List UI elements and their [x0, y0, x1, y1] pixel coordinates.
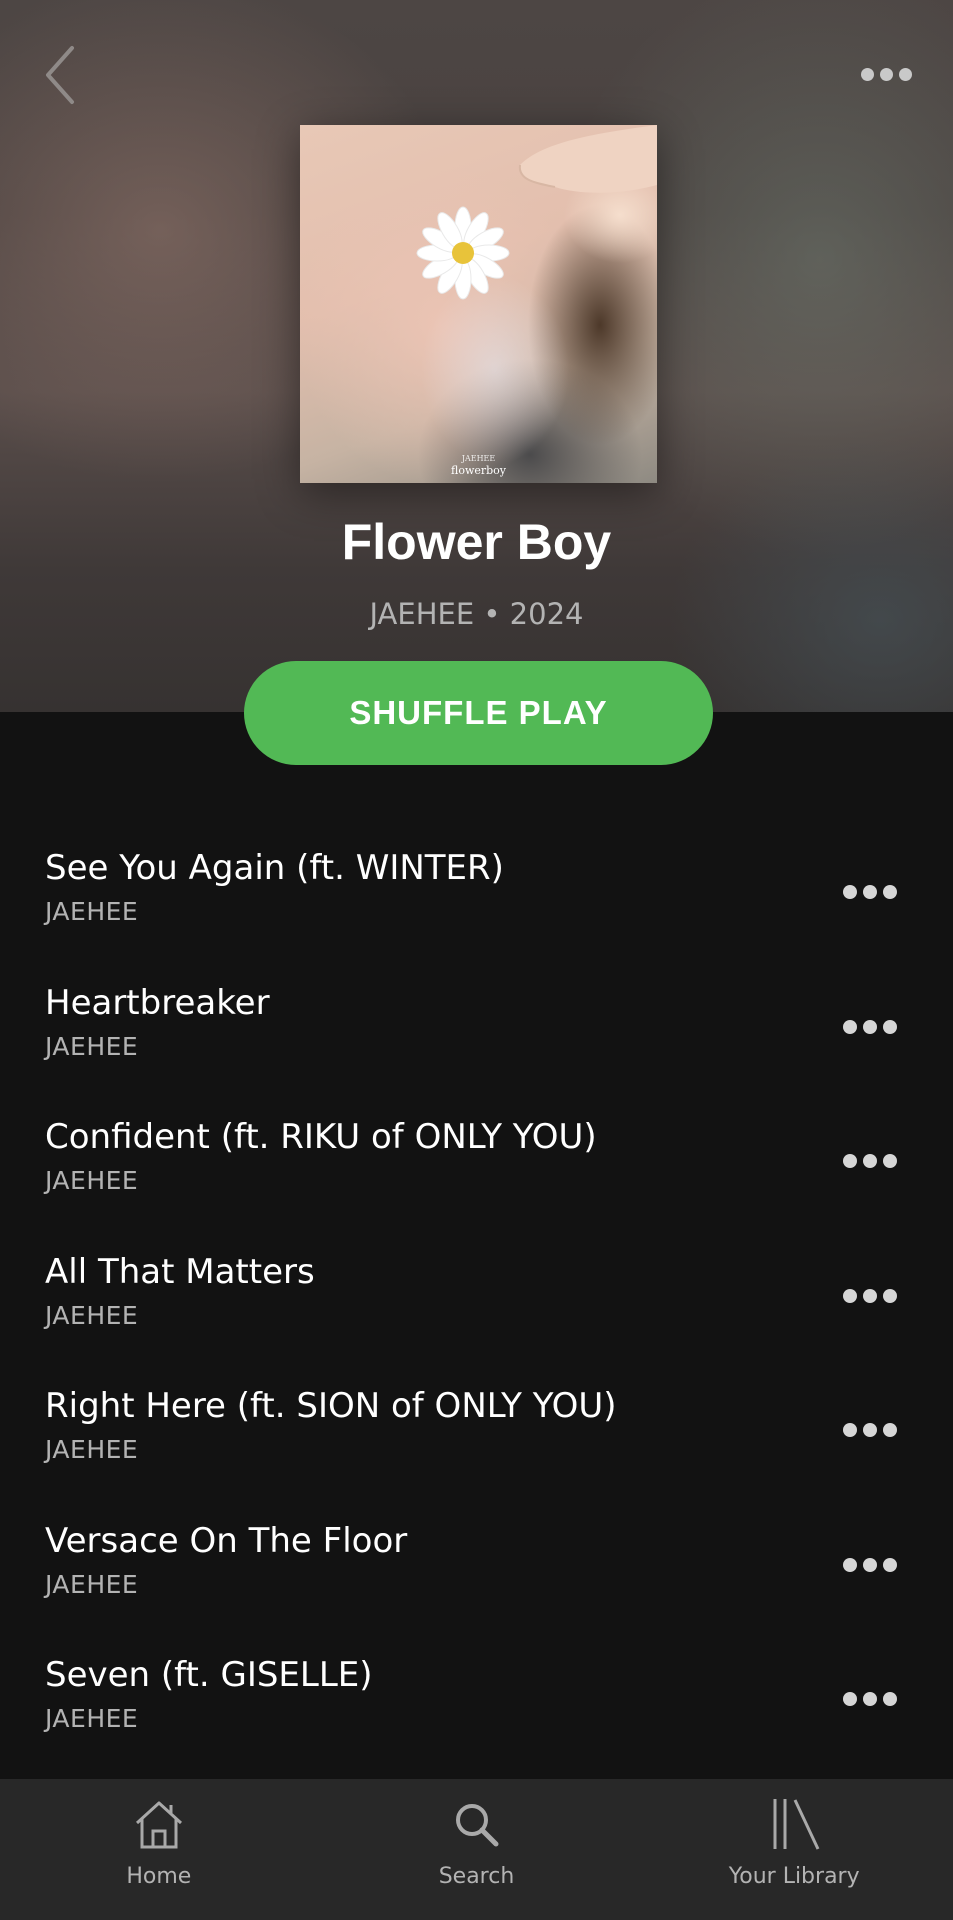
track-title: Seven (ft. GISELLE): [45, 1655, 373, 1695]
hand-shape: [518, 125, 657, 193]
track-row[interactable]: Confident (ft. RIKU of ONLY YOU) JAEHEE: [0, 1084, 953, 1219]
track-more-button[interactable]: [840, 1684, 900, 1714]
album-title: Flower Boy: [341, 514, 612, 570]
cover-title-text: flowerboy: [450, 464, 507, 477]
track-title: Right Here (ft. SION of ONLY YOU): [45, 1386, 617, 1426]
track-artist: JAEHEE: [45, 1569, 139, 1599]
tab-search-label: Search: [438, 1864, 515, 1889]
track-more-button[interactable]: [840, 1281, 900, 1311]
track-row[interactable]: Versace On The Floor JAEHEE: [0, 1488, 953, 1623]
cover-artist-text: JAEHEE: [461, 454, 496, 463]
album-screen: JAEHEE flowerboy Flower Boy JAEHEE • 202…: [0, 0, 953, 1920]
back-button[interactable]: [38, 42, 86, 108]
track-more-button[interactable]: [840, 1550, 900, 1580]
shuffle-play-button[interactable]: SHUFFLE PLAY: [244, 661, 713, 765]
track-title: Heartbreaker: [45, 982, 270, 1023]
tab-your-library-label: Your Library: [728, 1864, 860, 1889]
more-horizontal-icon: [840, 1550, 900, 1580]
home-icon: [135, 1801, 182, 1849]
track-row[interactable]: Right Here (ft. SION of ONLY YOU) JAEHEE: [0, 1353, 953, 1488]
more-horizontal-icon: [840, 1684, 900, 1714]
tab-search[interactable]: Search: [318, 1779, 636, 1920]
track-row[interactable]: Heartbreaker JAEHEE: [0, 950, 953, 1085]
track-artist: JAEHEE: [45, 1300, 139, 1330]
album-cover: JAEHEE flowerboy: [300, 125, 657, 483]
more-horizontal-icon: [840, 1281, 900, 1311]
track-artist: JAEHEE: [45, 1704, 139, 1733]
search-icon: [455, 1804, 498, 1847]
track-more-button[interactable]: [840, 1012, 900, 1042]
track-row[interactable]: All That Matters JAEHEE: [0, 1219, 953, 1354]
track-more-button[interactable]: [840, 1146, 900, 1176]
cover-text: JAEHEE flowerboy: [300, 453, 657, 477]
more-horizontal-icon: [856, 58, 916, 90]
track-row[interactable]: Seven (ft. GISELLE) JAEHEE: [0, 1622, 953, 1757]
track-artist: JAEHEE: [45, 1166, 139, 1195]
library-icon: [773, 1799, 820, 1850]
track-title: Versace On The Floor: [45, 1520, 408, 1561]
bottom-tab-bar: Home Search Your Library: [0, 1779, 953, 1920]
track-more-button[interactable]: [840, 1415, 900, 1445]
album-more-button[interactable]: [856, 58, 916, 90]
more-horizontal-icon: [840, 1415, 900, 1445]
track-artist: JAEHEE: [45, 897, 139, 926]
more-horizontal-icon: [840, 1146, 900, 1176]
track-title: Confident (ft. RIKU of ONLY YOU): [45, 1117, 597, 1157]
track-artist: JAEHEE: [45, 1435, 139, 1464]
track-title: See You Again (ft. WINTER): [45, 848, 504, 888]
album-meta: JAEHEE • 2024: [369, 597, 584, 631]
track-list: See You Again (ft. WINTER) JAEHEE Heartb…: [0, 815, 953, 1757]
track-more-button[interactable]: [840, 877, 900, 907]
tab-your-library[interactable]: Your Library: [635, 1779, 953, 1920]
tab-home[interactable]: Home: [0, 1779, 318, 1920]
track-artist: JAEHEE: [45, 1031, 139, 1061]
track-title: All That Matters: [45, 1251, 315, 1292]
more-horizontal-icon: [840, 1012, 900, 1042]
chevron-left-icon: [46, 46, 74, 104]
track-row[interactable]: See You Again (ft. WINTER) JAEHEE: [0, 815, 953, 950]
more-horizontal-icon: [840, 877, 900, 907]
tab-home-label: Home: [126, 1864, 192, 1889]
